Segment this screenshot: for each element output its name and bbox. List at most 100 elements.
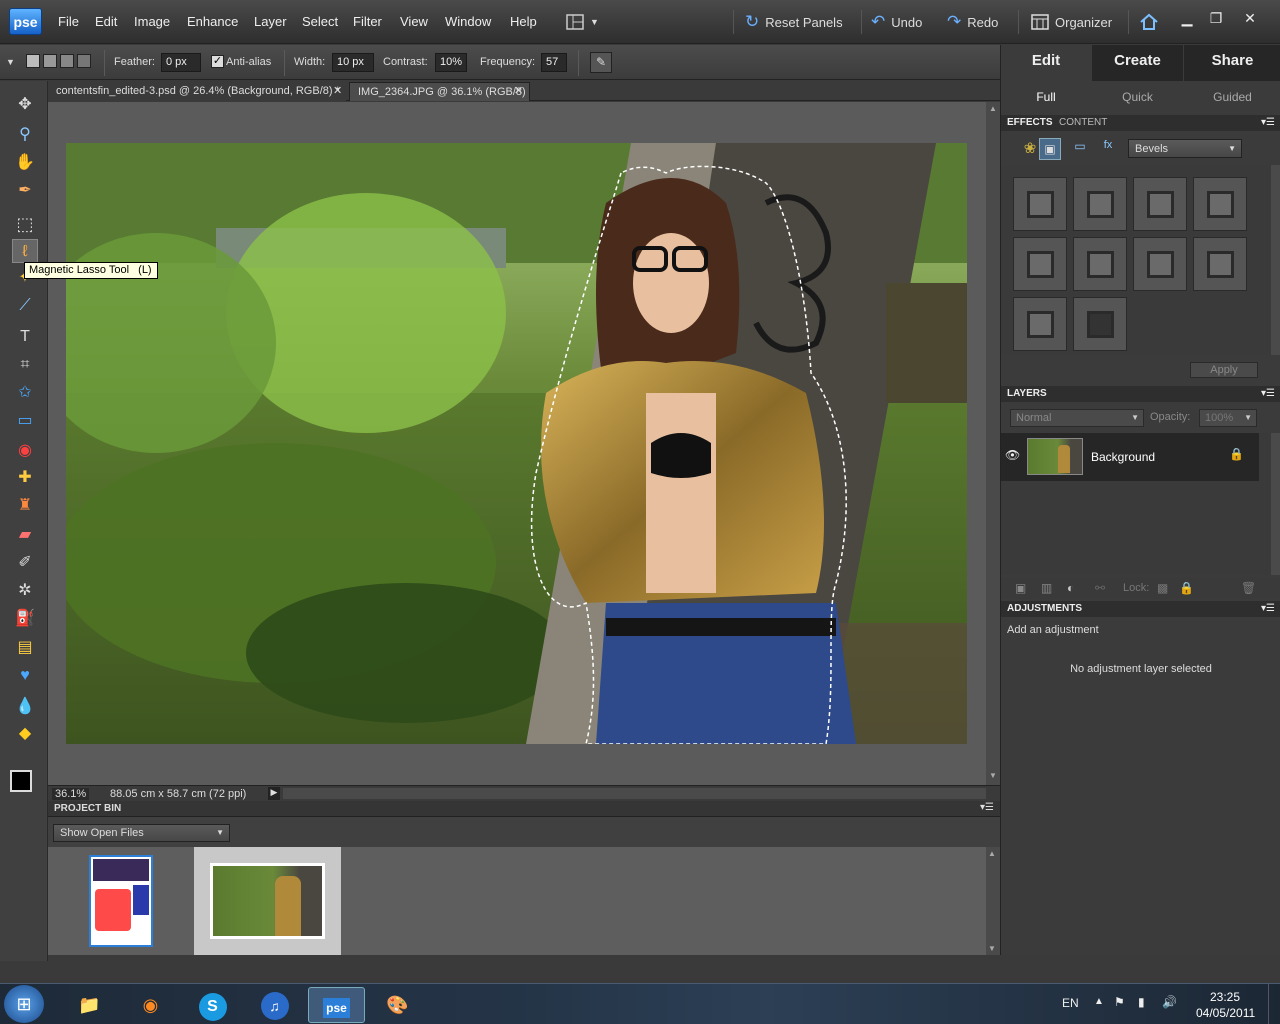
bevel-thumbnail[interactable] [1073,177,1127,231]
panel-menu-icon[interactable]: ▾☰ [980,802,994,813]
bevel-thumbnail[interactable] [1133,177,1187,231]
zoom-tool-icon[interactable]: ⚲ [12,123,38,147]
canvas-horizontal-scrollbar[interactable] [283,788,986,799]
opacity-input[interactable]: 100% ▼ [1199,409,1257,427]
volume-icon[interactable]: 🔊 [1162,995,1177,1009]
link-icon[interactable]: ⚯ [1095,581,1105,595]
language-indicator[interactable]: EN [1062,996,1079,1010]
tab-create[interactable]: Create [1092,45,1183,81]
blur-tool-icon[interactable]: 💧 [12,695,38,719]
close-button[interactable]: ✕ [1240,9,1260,27]
quick-selection-tool-icon[interactable]: ⟋ [12,294,38,318]
bevel-thumbnail[interactable] [1193,177,1247,231]
doc-tab-contentsfin[interactable]: contentsfin_edited-3.psd @ 26.4% (Backgr… [48,82,346,101]
close-tab-icon[interactable]: ✕ [514,84,523,97]
thumbnail-img-2364[interactable] [194,847,341,955]
shape-tool-icon[interactable]: ♥ [12,664,38,688]
new-group-icon[interactable]: ▥ [1041,581,1052,595]
bevel-thumbnail[interactable] [1193,237,1247,291]
lock-transparent-icon[interactable]: ▩ [1157,581,1168,595]
bevel-thumbnail[interactable] [1133,237,1187,291]
brush-tool-icon[interactable]: ✐ [12,551,38,575]
home-button[interactable] [1139,11,1159,33]
photo-canvas[interactable] [66,143,967,744]
move-tool-icon[interactable]: ✥ [12,93,38,117]
photo-effects-icon[interactable]: ▭ [1069,139,1091,159]
tab-quick[interactable]: Quick [1092,83,1183,111]
tab-content[interactable]: CONTENT [1059,117,1107,128]
bevel-thumbnail[interactable] [1073,297,1127,351]
tab-guided[interactable]: Guided [1184,83,1280,111]
clock-time[interactable]: 23:25 [1210,990,1240,1004]
restore-button[interactable]: ❐ [1206,9,1226,27]
hand-tool-icon[interactable]: ✋ [12,151,38,175]
red-eye-tool-icon[interactable]: ◉ [12,439,38,463]
undo-button[interactable]: ↶ Undo [871,11,922,33]
taskbar-paint[interactable]: 🎨 [369,987,426,1023]
scroll-down-icon[interactable]: ▼ [988,944,996,953]
new-selection-icon[interactable] [26,54,40,68]
canvas-vertical-scrollbar[interactable]: ▲ ▼ [986,102,1000,785]
show-files-dropdown[interactable]: Show Open Files ▼ [53,824,230,842]
bevel-thumbnail[interactable] [1013,177,1067,231]
panel-menu-icon[interactable]: ▾☰ [1261,388,1275,399]
zoom-level[interactable]: 36.1% [52,788,90,800]
network-icon[interactable]: ▮ [1138,995,1145,1009]
panel-menu-icon[interactable]: ▾☰ [1261,117,1275,128]
show-hidden-icons-icon[interactable]: ▲ [1094,996,1104,1007]
cookie-cutter-tool-icon[interactable]: ✩ [12,381,38,405]
taskbar-pse[interactable]: pse [308,987,365,1023]
bevel-thumbnail[interactable] [1013,237,1067,291]
taskbar-skype[interactable]: S [184,987,241,1023]
effects-scrollbar[interactable] [1271,165,1280,355]
intersect-selection-icon[interactable] [77,54,91,68]
lock-all-icon[interactable]: 🔒 [1179,581,1194,595]
adjustment-layer-icon[interactable]: ◐ [1067,581,1074,595]
gradient-tool-icon[interactable]: ▤ [12,636,38,660]
add-selection-icon[interactable] [43,54,57,68]
taskbar-explorer[interactable]: 📁 [61,987,118,1023]
menu-enhance[interactable]: Enhance [187,14,238,29]
crop-tool-icon[interactable]: ⌗ [12,353,38,377]
eraser-tool-icon[interactable]: ▰ [12,523,38,547]
layout-switch-button[interactable]: ▼ [566,11,599,33]
subtract-selection-icon[interactable] [60,54,74,68]
tool-preset-chevron-icon[interactable]: ▼ [6,57,15,67]
layer-name[interactable]: Background [1091,450,1155,464]
eyedropper-tool-icon[interactable]: ✒ [12,179,38,203]
menu-edit[interactable]: Edit [95,14,117,29]
project-bin-scrollbar[interactable]: ▲ ▼ [986,847,1000,955]
action-center-flag-icon[interactable]: ⚑ [1114,995,1125,1009]
reset-panels-button[interactable]: ↻ Reset Panels [745,11,843,33]
layer-styles-icon[interactable]: ▣ [1039,138,1061,160]
blend-mode-dropdown[interactable]: Normal ▼ [1010,409,1144,427]
menu-filter[interactable]: Filter [353,14,382,29]
apply-button[interactable]: Apply [1190,362,1258,378]
clock-date[interactable]: 04/05/2011 [1196,1006,1255,1020]
menu-window[interactable]: Window [445,14,491,29]
paint-bucket-tool-icon[interactable]: ⛽ [12,607,38,631]
start-button[interactable]: ⊞ [4,985,44,1023]
minimize-button[interactable]: ▁ [1177,9,1197,27]
clone-stamp-tool-icon[interactable]: ♜ [12,494,38,518]
menu-image[interactable]: Image [134,14,170,29]
tab-edit[interactable]: Edit [1001,45,1091,81]
organizer-button[interactable]: Organizer [1031,11,1112,33]
feather-input[interactable]: 0 px [161,53,201,72]
new-layer-icon[interactable]: ▣ [1015,581,1026,595]
tab-effects[interactable]: EFFECTS [1007,117,1053,128]
magnetic-lasso-tool-icon[interactable]: ℓ [12,239,38,263]
menu-layer[interactable]: Layer [254,14,287,29]
menu-select[interactable]: Select [302,14,338,29]
close-tab-icon[interactable]: ✕ [333,84,342,97]
canvas-area[interactable] [48,102,986,785]
smart-brush-tool-icon[interactable]: ✲ [12,579,38,603]
thumbnail-contentsfin[interactable] [89,855,153,947]
layers-scrollbar[interactable] [1271,433,1280,575]
straighten-tool-icon[interactable]: ▭ [12,409,38,433]
sponge-tool-icon[interactable]: ◆ [12,722,38,746]
filters-icon[interactable]: ❀ [1019,139,1041,159]
width-input[interactable]: 10 px [332,53,374,72]
pen-pressure-button[interactable]: ✎ [590,52,612,73]
scroll-up-icon[interactable]: ▲ [988,849,996,858]
